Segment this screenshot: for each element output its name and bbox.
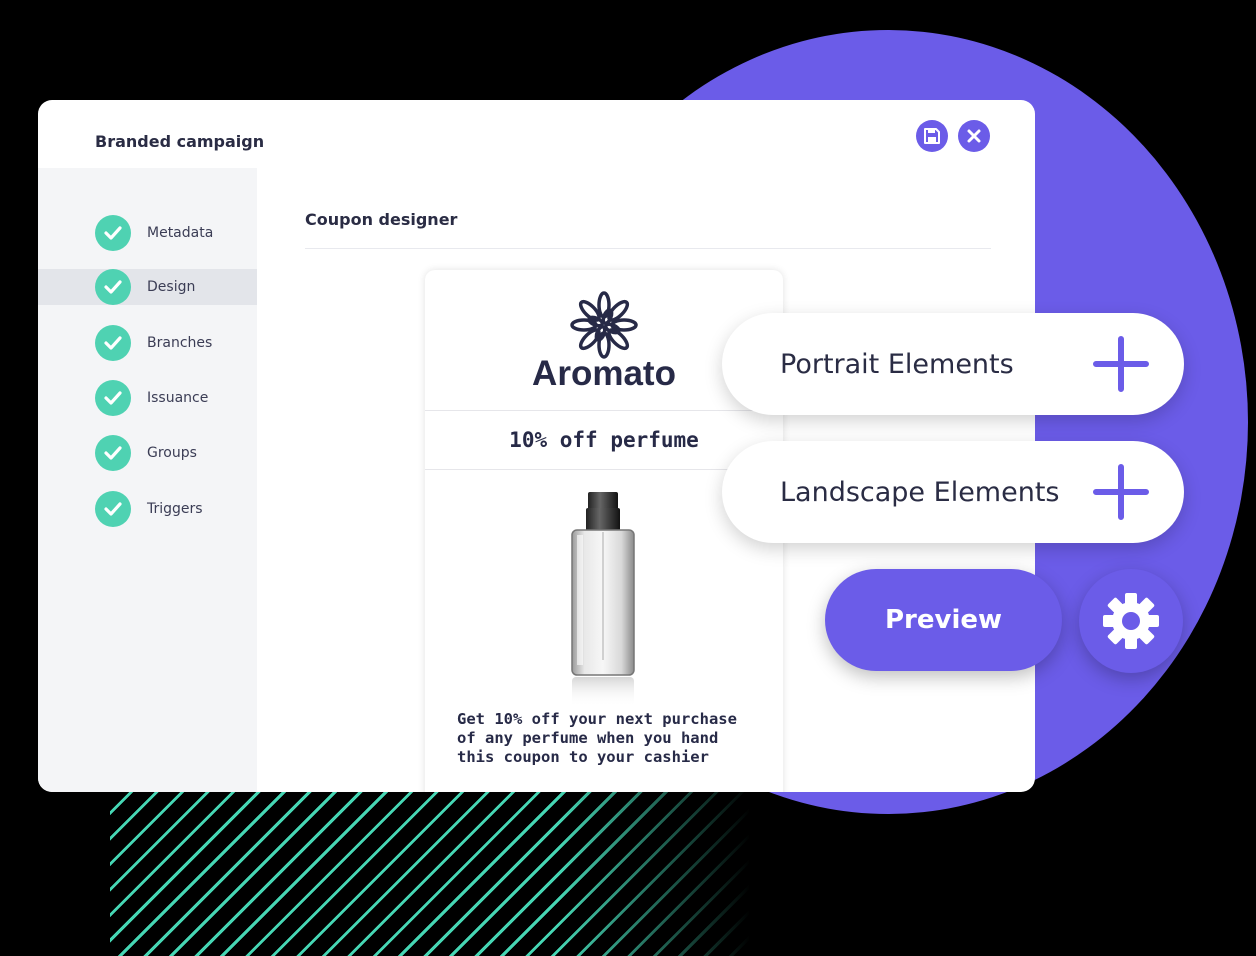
sidebar: Metadata Design Branches Issuance Groups [38,168,257,792]
sidebar-item-label: Branches [147,335,213,351]
landscape-elements-label: Landscape Elements [780,476,1060,508]
divider [305,248,991,249]
check-icon [95,435,131,471]
section-title: Coupon designer [305,210,458,229]
landscape-elements-button[interactable]: Landscape Elements [722,441,1184,543]
check-icon [95,325,131,361]
check-icon [95,215,131,251]
preview-button[interactable]: Preview [825,569,1062,671]
gear-icon [1103,593,1159,649]
check-icon [95,491,131,527]
sidebar-item-metadata[interactable]: Metadata [38,215,257,251]
perfume-bottle-image [571,492,635,707]
save-button[interactable] [916,120,948,152]
sidebar-item-groups[interactable]: Groups [38,435,257,471]
window-title: Branded campaign [95,132,265,151]
save-icon [924,128,940,144]
check-icon [95,269,131,305]
close-button[interactable] [958,120,990,152]
flower-logo-icon [570,291,638,359]
portrait-elements-button[interactable]: Portrait Elements [722,313,1184,415]
sidebar-item-label: Design [147,279,196,295]
sidebar-item-branches[interactable]: Branches [38,325,257,361]
sidebar-item-label: Triggers [147,501,203,517]
sidebar-item-issuance[interactable]: Issuance [38,380,257,416]
sidebar-item-label: Issuance [147,390,209,406]
sidebar-item-triggers[interactable]: Triggers [38,491,257,527]
settings-button[interactable] [1079,569,1183,673]
offer-headline: 10% off perfume [425,410,783,470]
check-icon [95,380,131,416]
sidebar-item-label: Groups [147,445,197,461]
plus-icon [1093,336,1149,392]
sidebar-item-design[interactable]: Design [38,269,257,305]
close-icon [967,129,981,143]
sidebar-item-label: Metadata [147,225,214,241]
portrait-elements-label: Portrait Elements [780,348,1014,380]
plus-icon [1093,464,1149,520]
coupon-description: Get 10% off your next purchase of any pe… [457,710,737,766]
decorative-stripes [110,790,750,956]
